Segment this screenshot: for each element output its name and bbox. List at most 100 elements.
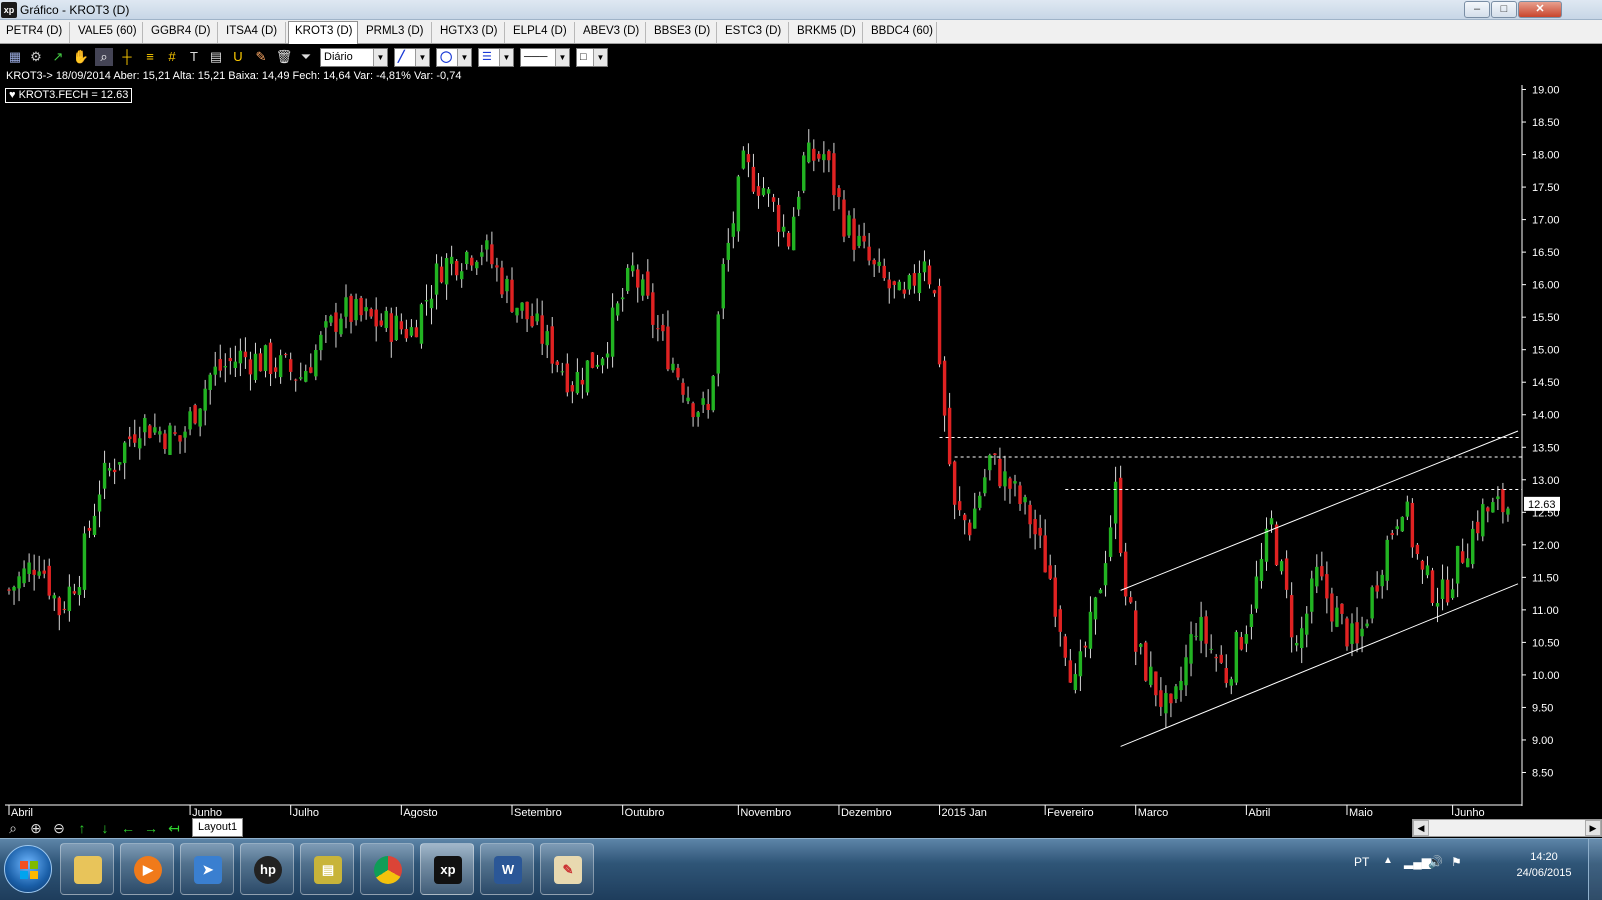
candle-down: [952, 461, 957, 505]
magnet-icon[interactable]: U: [229, 48, 247, 66]
magnify-chart-icon[interactable]: ⌕: [95, 48, 113, 66]
system-clock[interactable]: 14:20 24/06/2015: [1514, 849, 1574, 881]
candle-up: [716, 314, 720, 374]
candle-up: [485, 240, 489, 250]
network-signal-icon[interactable]: ▂▄▆: [1404, 855, 1431, 869]
style-select[interactable]: ☰ ▼: [478, 48, 514, 67]
candle-down: [937, 285, 942, 365]
scroll-right-icon[interactable]: ▶: [1585, 820, 1601, 836]
arrow-down-icon[interactable]: ↓: [96, 819, 114, 837]
scroll-left-icon[interactable]: ◀: [1413, 820, 1429, 836]
line-width-select[interactable]: ─── ▼: [520, 48, 570, 67]
tab-vale5[interactable]: VALE5 (60): [72, 22, 143, 43]
y-tick-label: 16.50: [1532, 247, 1560, 259]
color-select[interactable]: □ ▼: [576, 48, 608, 67]
gear-icon[interactable]: ⚙: [27, 48, 45, 66]
tab-ggbr4[interactable]: GGBR4 (D): [145, 22, 218, 43]
candle-up: [1108, 527, 1113, 557]
x-tick-label: Agosto: [403, 807, 437, 818]
candle-up: [605, 353, 610, 358]
layout-tab[interactable]: Layout1: [192, 818, 244, 837]
price-chart[interactable]: 8.50 9.00 9.50 10.00 10.50 11.00 11.50 12.00 12.…: [0, 70, 1565, 818]
line-tool-select[interactable]: ╱ ▼: [394, 48, 430, 67]
trend-icon[interactable]: ↗: [49, 48, 67, 66]
volume-icon[interactable]: 🔊: [1428, 855, 1443, 869]
candle-down: [1274, 524, 1279, 566]
candle-up: [77, 587, 82, 596]
candle-up: [1279, 561, 1284, 572]
zoom-reset-icon[interactable]: ⊖: [50, 819, 68, 837]
crosshair-icon[interactable]: ┼: [118, 48, 136, 66]
taskbar-media-player[interactable]: ▶: [120, 843, 174, 895]
taskbar-chrome[interactable]: [360, 843, 414, 895]
y-tick-label: 15.00: [1532, 345, 1560, 357]
filter-icon[interactable]: ⏷: [297, 48, 315, 66]
arrow-left-icon[interactable]: ←: [119, 819, 137, 837]
start-button[interactable]: [4, 845, 52, 893]
tab-abev3[interactable]: ABEV3 (D): [577, 22, 646, 43]
arrow-end-icon[interactable]: ↤: [165, 819, 183, 837]
tab-bbdc4[interactable]: BBDC4 (60): [865, 22, 937, 43]
taskbar-paint[interactable]: ✎: [540, 843, 594, 895]
show-desktop-button[interactable]: [1588, 839, 1602, 900]
hand-icon[interactable]: ✋: [72, 48, 90, 66]
fibonacci-icon[interactable]: ≡: [141, 48, 159, 66]
arrow-up-icon[interactable]: ↑: [73, 819, 91, 837]
chart-icon[interactable]: ▦: [6, 48, 24, 66]
calculator-icon[interactable]: ▤: [207, 48, 225, 66]
tab-estc3[interactable]: ESTC3 (D): [719, 22, 789, 43]
taskbar-network-app[interactable]: ➤: [180, 843, 234, 895]
tab-prml3[interactable]: PRML3 (D): [360, 22, 432, 43]
trash-icon[interactable]: 🗑: [275, 48, 293, 66]
candle-down: [746, 154, 751, 163]
candle-down: [1445, 579, 1450, 603]
tab-itsa4[interactable]: ITSA4 (D): [220, 22, 286, 43]
text-icon[interactable]: T: [185, 48, 203, 66]
candle-up: [1179, 680, 1183, 691]
shape-tool-select[interactable]: ◯ ▼: [436, 48, 472, 67]
minimize-button[interactable]: –: [1464, 1, 1490, 18]
candle-down: [882, 265, 886, 279]
tab-brkm5[interactable]: BRKM5 (D): [791, 22, 863, 43]
candle-up: [82, 533, 87, 590]
action-center-icon[interactable]: ⚑: [1451, 855, 1462, 869]
tray-expand-icon[interactable]: ▲: [1383, 855, 1393, 866]
arrow-right-icon[interactable]: →: [142, 819, 160, 837]
taskbar-explorer[interactable]: [60, 843, 114, 895]
candle-up: [22, 568, 26, 584]
horizontal-scrollbar[interactable]: ◀ ▶: [1412, 819, 1602, 837]
candle-up: [324, 321, 328, 328]
candle-up: [1199, 616, 1203, 641]
tab-elpl4[interactable]: ELPL4 (D): [507, 22, 575, 43]
candle-down: [389, 313, 393, 342]
xp-app-icon[interactable]: xp: [1, 2, 17, 18]
candle-up: [1305, 613, 1309, 635]
period-select[interactable]: Diário ▼: [320, 48, 388, 67]
candle-up: [465, 251, 469, 265]
circle-tool-icon: ◯: [440, 51, 453, 63]
tab-bbse3[interactable]: BBSE3 (D): [648, 22, 717, 43]
x-tick-label: Junho: [1455, 807, 1485, 818]
close-button[interactable]: ✕: [1518, 1, 1562, 18]
x-tick-label: Maio: [1349, 807, 1373, 818]
grid-icon[interactable]: #: [163, 48, 181, 66]
series-legend[interactable]: ♥ KROT3.FECH = 12.63: [5, 88, 133, 103]
candle-up: [822, 154, 826, 161]
zoom-out-icon[interactable]: ⌕: [4, 819, 22, 837]
tab-krot3[interactable]: KROT3 (D): [288, 21, 358, 44]
language-indicator[interactable]: PT: [1354, 855, 1369, 869]
taskbar-calculator-app[interactable]: ▤: [300, 843, 354, 895]
taskbar-hp-app[interactable]: hp: [240, 843, 294, 895]
tab-hgtx3[interactable]: HGTX3 (D): [434, 22, 505, 43]
maximize-button[interactable]: □: [1491, 1, 1517, 18]
tab-petr4[interactable]: PETR4 (D): [0, 22, 70, 43]
zoom-in-icon[interactable]: ⊕: [27, 819, 45, 837]
brush-icon[interactable]: ✎: [252, 48, 270, 66]
candle-up: [37, 571, 41, 576]
candle-up: [520, 302, 524, 311]
candle-up: [384, 310, 388, 328]
candle-down: [148, 425, 152, 438]
candle-down: [1460, 551, 1465, 563]
taskbar-word[interactable]: W: [480, 843, 534, 895]
taskbar-xp-trading[interactable]: xp: [420, 843, 474, 895]
